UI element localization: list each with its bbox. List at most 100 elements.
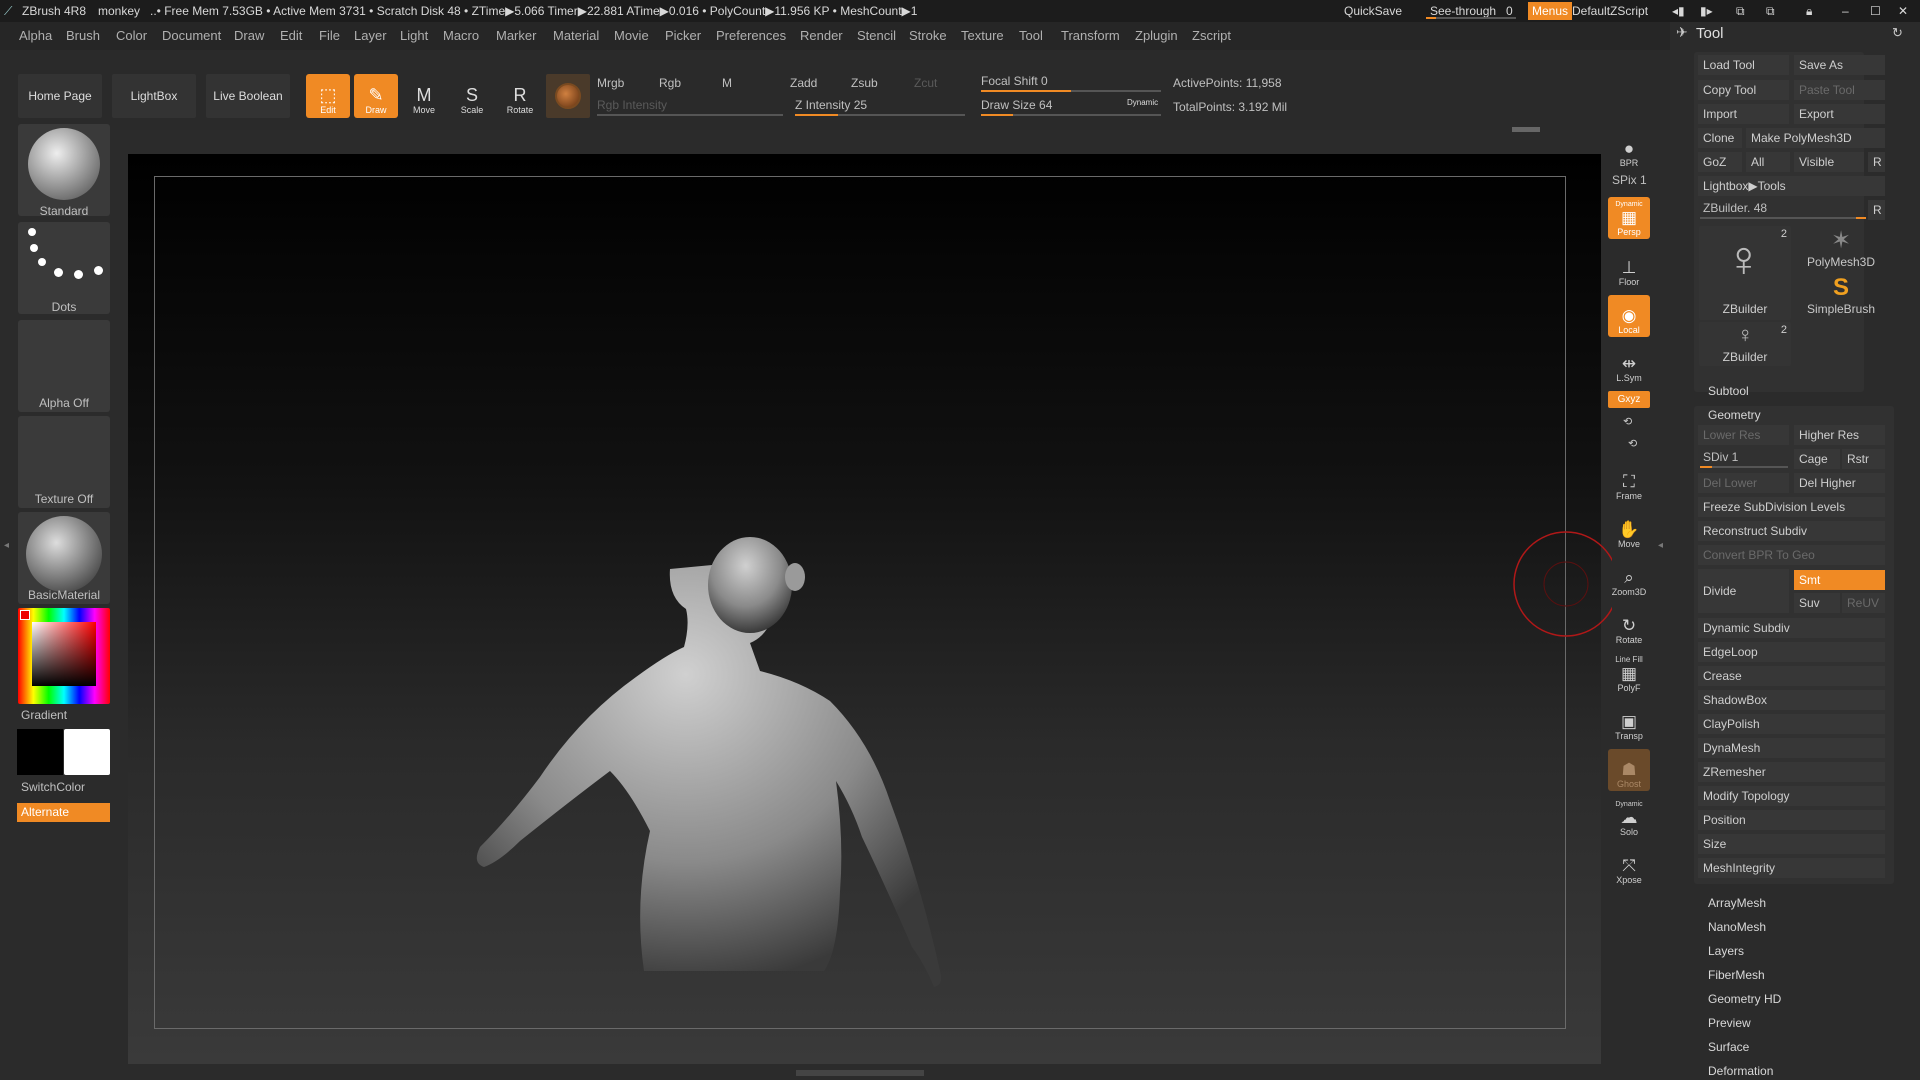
m-button[interactable]: M — [722, 76, 732, 90]
color-square[interactable] — [32, 622, 96, 686]
del-lower-button[interactable]: Del Lower — [1698, 473, 1789, 493]
make-polymesh-button[interactable]: Make PolyMesh3D — [1746, 128, 1885, 148]
zcut-button[interactable]: Zcut — [914, 76, 937, 90]
geometry-item-modify-topology[interactable]: Modify Topology — [1698, 786, 1885, 806]
geometry-item-claypolish[interactable]: ClayPolish — [1698, 714, 1885, 734]
menu-document[interactable]: Document — [162, 28, 221, 43]
transp-button[interactable]: ▣ Transp — [1608, 701, 1650, 743]
sdiv-track[interactable] — [1700, 466, 1788, 468]
section-preview[interactable]: Preview — [1708, 1016, 1751, 1030]
menu-color[interactable]: Color — [116, 28, 147, 43]
zadd-button[interactable]: Zadd — [790, 76, 817, 90]
live-boolean-button[interactable]: Live Boolean — [206, 74, 290, 118]
z-intensity-slider[interactable]: Z Intensity 25 — [795, 98, 867, 112]
menu-stroke[interactable]: Stroke — [909, 28, 947, 43]
rstr-button[interactable]: Rstr — [1842, 449, 1885, 469]
persp-button[interactable]: Dynamic ▦ Persp — [1608, 197, 1650, 239]
copy-tool-button[interactable]: Copy Tool — [1698, 80, 1789, 100]
menus-toggle[interactable]: Menus — [1528, 2, 1573, 20]
zbuilder-slider[interactable]: ZBuilder. 48 — [1703, 201, 1767, 215]
goz-visible-button[interactable]: Visible — [1794, 152, 1864, 172]
smt-toggle[interactable]: Smt — [1794, 570, 1885, 590]
tool-thumb-simplebrush[interactable]: S SimpleBrush — [1795, 274, 1887, 320]
draw-size-track[interactable] — [981, 114, 1161, 116]
gradient-label[interactable]: Gradient — [21, 708, 113, 722]
lock-icon[interactable]: 🔒︎ — [1806, 4, 1812, 19]
switchcolor-button[interactable]: SwitchColor — [21, 780, 113, 794]
polyf-button[interactable]: Line Fill ▦ PolyF — [1608, 653, 1650, 695]
freeze-subdivision-button[interactable]: Freeze SubDivision Levels — [1698, 497, 1885, 517]
local-button[interactable]: ◉ Local — [1608, 295, 1650, 337]
home-page-button[interactable]: Home Page — [18, 74, 102, 118]
layout-icon[interactable]: ◂▮ — [1672, 4, 1685, 18]
menu-picker[interactable]: Picker — [665, 28, 701, 43]
section-layers[interactable]: Layers — [1708, 944, 1744, 958]
geometry-item-edgeloop[interactable]: EdgeLoop — [1698, 642, 1885, 662]
window-icon-2[interactable]: ⧉ — [1766, 4, 1775, 19]
section-deformation[interactable]: Deformation — [1708, 1064, 1773, 1078]
section-fibermesh[interactable]: FiberMesh — [1708, 968, 1765, 982]
ghost-button[interactable]: ☗ Ghost — [1608, 749, 1650, 791]
section-geometry-hd[interactable]: Geometry HD — [1708, 992, 1781, 1006]
zbuilder-track[interactable] — [1700, 217, 1866, 219]
subtool-section[interactable]: Subtool — [1708, 384, 1749, 398]
draw-button[interactable]: ✎ Draw — [354, 74, 398, 118]
higher-res-button[interactable]: Higher Res — [1794, 425, 1885, 445]
paste-tool-button[interactable]: Paste Tool — [1794, 80, 1885, 100]
goz-all-button[interactable]: All — [1746, 152, 1790, 172]
dynamic-toggle[interactable]: Dynamic — [1127, 98, 1158, 107]
secondary-color-swatch[interactable] — [17, 729, 63, 775]
menu-marker[interactable]: Marker — [496, 28, 536, 43]
menu-transform[interactable]: Transform — [1061, 28, 1120, 43]
zoom3d-button[interactable]: ⌕ Zoom3D — [1608, 557, 1650, 599]
rgb-intensity-slider[interactable]: Rgb Intensity — [597, 98, 667, 112]
geometry-item-position[interactable]: Position — [1698, 810, 1885, 830]
rgb-intensity-track[interactable] — [597, 114, 783, 116]
solo-button[interactable]: Dynamic ☁ Solo — [1608, 797, 1650, 839]
close-icon[interactable]: ✕ — [1898, 4, 1908, 18]
layout-icon-2[interactable]: ▮▸ — [1700, 4, 1713, 18]
bottom-drag-handle[interactable] — [796, 1070, 924, 1076]
menu-zplugin[interactable]: Zplugin — [1135, 28, 1178, 43]
geometry-item-size[interactable]: Size — [1698, 834, 1885, 854]
section-arraymesh[interactable]: ArrayMesh — [1708, 896, 1766, 910]
section-surface[interactable]: Surface — [1708, 1040, 1749, 1054]
see-through-track[interactable] — [1426, 17, 1516, 19]
maximize-icon[interactable]: ☐ — [1870, 4, 1881, 18]
geometry-section[interactable]: Geometry — [1708, 408, 1761, 422]
focal-shift-track[interactable] — [981, 90, 1161, 92]
z-intensity-track[interactable] — [795, 114, 965, 116]
geometry-item-dynamic-subdiv[interactable]: Dynamic Subdiv — [1698, 618, 1885, 638]
chimp-model[interactable] — [420, 515, 1060, 1065]
convert-bpr-button[interactable]: Convert BPR To Geo — [1698, 545, 1885, 565]
menu-texture[interactable]: Texture — [961, 28, 1004, 43]
reuv-toggle[interactable]: ReUV — [1842, 593, 1885, 613]
shelf-drag-handle[interactable] — [1512, 127, 1540, 132]
zsub-button[interactable]: Zsub — [851, 76, 878, 90]
material-preview-button[interactable] — [546, 74, 590, 118]
del-higher-button[interactable]: Del Higher — [1794, 473, 1885, 493]
primary-color-swatch[interactable] — [64, 729, 110, 775]
focal-shift-slider[interactable]: Focal Shift 0 — [981, 74, 1048, 88]
zbuilder-r-button[interactable]: R — [1868, 200, 1885, 220]
bpr-button[interactable]: ● BPR — [1608, 128, 1650, 170]
menu-movie[interactable]: Movie — [614, 28, 649, 43]
floor-button[interactable]: ⊥ Floor — [1608, 247, 1650, 289]
goz-r-button[interactable]: R — [1868, 152, 1885, 172]
default-zscript[interactable]: DefaultZScript — [1572, 4, 1648, 18]
menu-edit[interactable]: Edit — [280, 28, 302, 43]
menu-preferences[interactable]: Preferences — [716, 28, 786, 43]
right-collapse-arrow-icon[interactable]: ◂ — [1658, 540, 1664, 564]
menu-layer[interactable]: Layer — [354, 28, 387, 43]
color-picker[interactable] — [18, 608, 110, 704]
xyz-button[interactable]: Gxyz — [1608, 391, 1650, 408]
move-view-button[interactable]: ✋ Move — [1608, 509, 1650, 551]
geometry-item-shadowbox[interactable]: ShadowBox — [1698, 690, 1885, 710]
see-through-slider[interactable]: See-through — [1430, 4, 1496, 18]
rotate-y-icon[interactable]: ⟲ — [1623, 415, 1632, 428]
spix-slider[interactable]: SPix 1 — [1612, 173, 1647, 187]
pin-icon[interactable]: ✈ — [1676, 24, 1688, 41]
refresh-icon[interactable]: ↻ — [1892, 25, 1903, 41]
menu-light[interactable]: Light — [400, 28, 428, 43]
tool-thumb-zbuilder-2[interactable]: 2 ♀ ZBuilder — [1699, 322, 1791, 366]
